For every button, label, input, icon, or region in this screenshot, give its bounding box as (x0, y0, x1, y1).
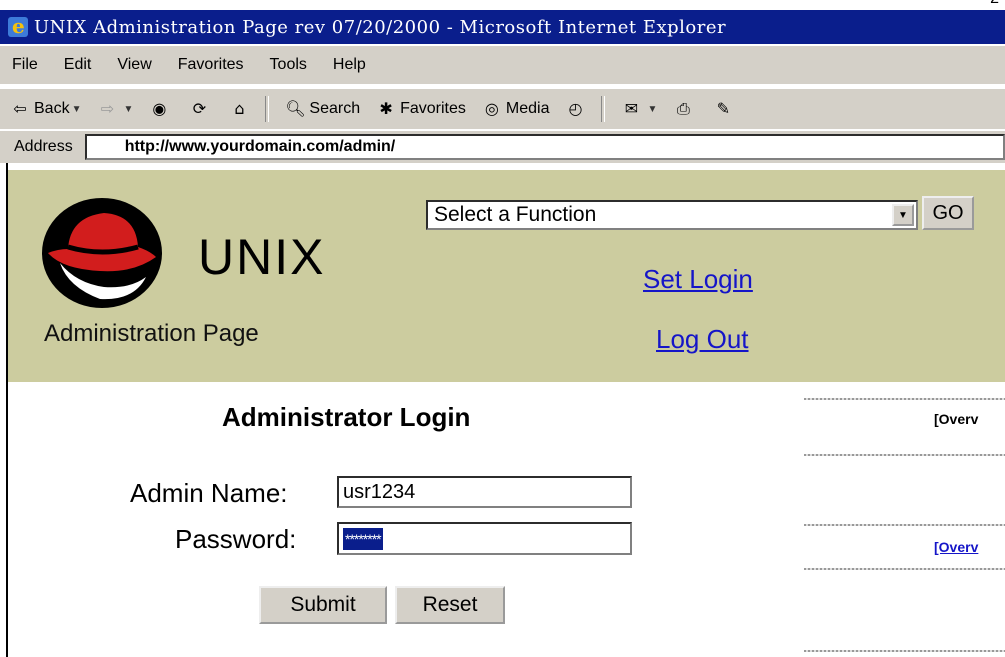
submit-button[interactable]: Submit (259, 586, 387, 624)
admin-name-label: Admin Name: (130, 478, 288, 508)
admin-page-subtitle: Administration Page (44, 320, 259, 347)
window-title: UNIX Administration Page rev 07/20/2000 … (34, 16, 727, 38)
favorites-button[interactable]: ✱ Favorites (376, 99, 466, 119)
overview-link-1[interactable]: [Overv (934, 411, 978, 427)
forward-dropdown-icon[interactable]: ▼ (123, 104, 133, 115)
print-button[interactable]: ⎙ (673, 99, 697, 119)
divider (804, 568, 1005, 570)
admin-name-field[interactable]: usr1234 (337, 476, 632, 508)
function-select[interactable]: Select a Function ▼ (426, 200, 918, 230)
divider (804, 524, 1005, 526)
set-login-link[interactable]: Set Login (643, 264, 753, 295)
back-button[interactable]: ⇦ Back ▼ (10, 99, 81, 119)
home-button[interactable]: ⌂ (229, 99, 253, 119)
mail-button[interactable]: ✉ ▼ (621, 99, 658, 119)
toolbar-separator (601, 96, 606, 122)
menu-tools[interactable]: Tools (270, 56, 307, 74)
divider (804, 650, 1005, 652)
red-hat-logo (42, 198, 162, 308)
home-icon: ⌂ (234, 99, 245, 118)
divider (804, 454, 1005, 456)
address-label: Address (14, 138, 73, 155)
edit-button[interactable]: ✎ (713, 99, 737, 119)
window-title-bar: UNIX Administration Page rev 07/20/2000 … (0, 10, 1005, 44)
overview-link-2[interactable]: [Overv (934, 539, 978, 555)
search-icon: 🔍︎ (285, 99, 306, 118)
toolbar-separator (265, 96, 270, 122)
menu-bar: File Edit View Favorites Tools Help (0, 46, 1005, 84)
password-label: Password: (175, 524, 297, 554)
forward-arrow-icon: ⇨ (100, 99, 115, 118)
login-title: Administrator Login (222, 402, 471, 432)
function-select-value: Select a Function (434, 203, 597, 226)
unix-logo-text: UNIX (198, 229, 326, 285)
menu-edit[interactable]: Edit (64, 56, 92, 74)
forward-button[interactable]: ⇨ ▼ (97, 99, 134, 119)
back-arrow-icon: ⇦ (13, 99, 27, 118)
back-dropdown-icon[interactable]: ▼ (72, 104, 82, 115)
chevron-down-icon[interactable]: ▼ (892, 204, 914, 226)
favorites-icon: ✱ (379, 99, 393, 118)
address-bar: Address http://www.yourdomain.com/admin/ (0, 131, 1005, 163)
mail-icon: ✉ (624, 99, 639, 118)
history-button[interactable]: ◴ (565, 99, 589, 119)
stop-icon: ◉ (152, 99, 167, 118)
history-icon: ◴ (568, 99, 583, 118)
favorites-label: Favorites (400, 100, 466, 117)
ie-icon (8, 14, 28, 38)
password-mask: ******** (343, 527, 383, 550)
divider (804, 398, 1005, 400)
search-button[interactable]: 🔍︎ Search (285, 99, 360, 119)
search-label: Search (309, 100, 361, 117)
print-icon: ⎙ (676, 99, 690, 118)
refresh-button[interactable]: ⟳ (189, 99, 213, 119)
go-button[interactable]: GO (922, 196, 974, 230)
menu-file[interactable]: File (12, 56, 38, 74)
page-banner: UNIX Administration Page Select a Functi… (8, 170, 1005, 382)
menu-view[interactable]: View (117, 56, 151, 74)
menu-favorites[interactable]: Favorites (178, 56, 244, 74)
corner-mark: 2 (990, 0, 999, 8)
media-icon: ◎ (484, 99, 499, 118)
mail-dropdown-icon[interactable]: ▼ (647, 104, 657, 115)
media-button[interactable]: ◎ Media (482, 99, 550, 119)
address-input[interactable]: http://www.yourdomain.com/admin/ (84, 134, 1005, 160)
log-out-link[interactable]: Log Out (656, 324, 749, 355)
refresh-icon: ⟳ (192, 99, 207, 118)
reset-button[interactable]: Reset (395, 586, 505, 624)
menu-help[interactable]: Help (333, 56, 366, 74)
toolbar: ⇦ Back ▼ ⇨ ▼ ◉ ⟳ ⌂ 🔍︎ Search ✱ Favorites… (0, 88, 1005, 129)
back-label: Back (34, 100, 70, 117)
password-field[interactable]: ******** (337, 522, 632, 555)
stop-button[interactable]: ◉ (149, 99, 173, 119)
edit-icon: ✎ (716, 99, 731, 118)
media-label: Media (505, 100, 550, 117)
